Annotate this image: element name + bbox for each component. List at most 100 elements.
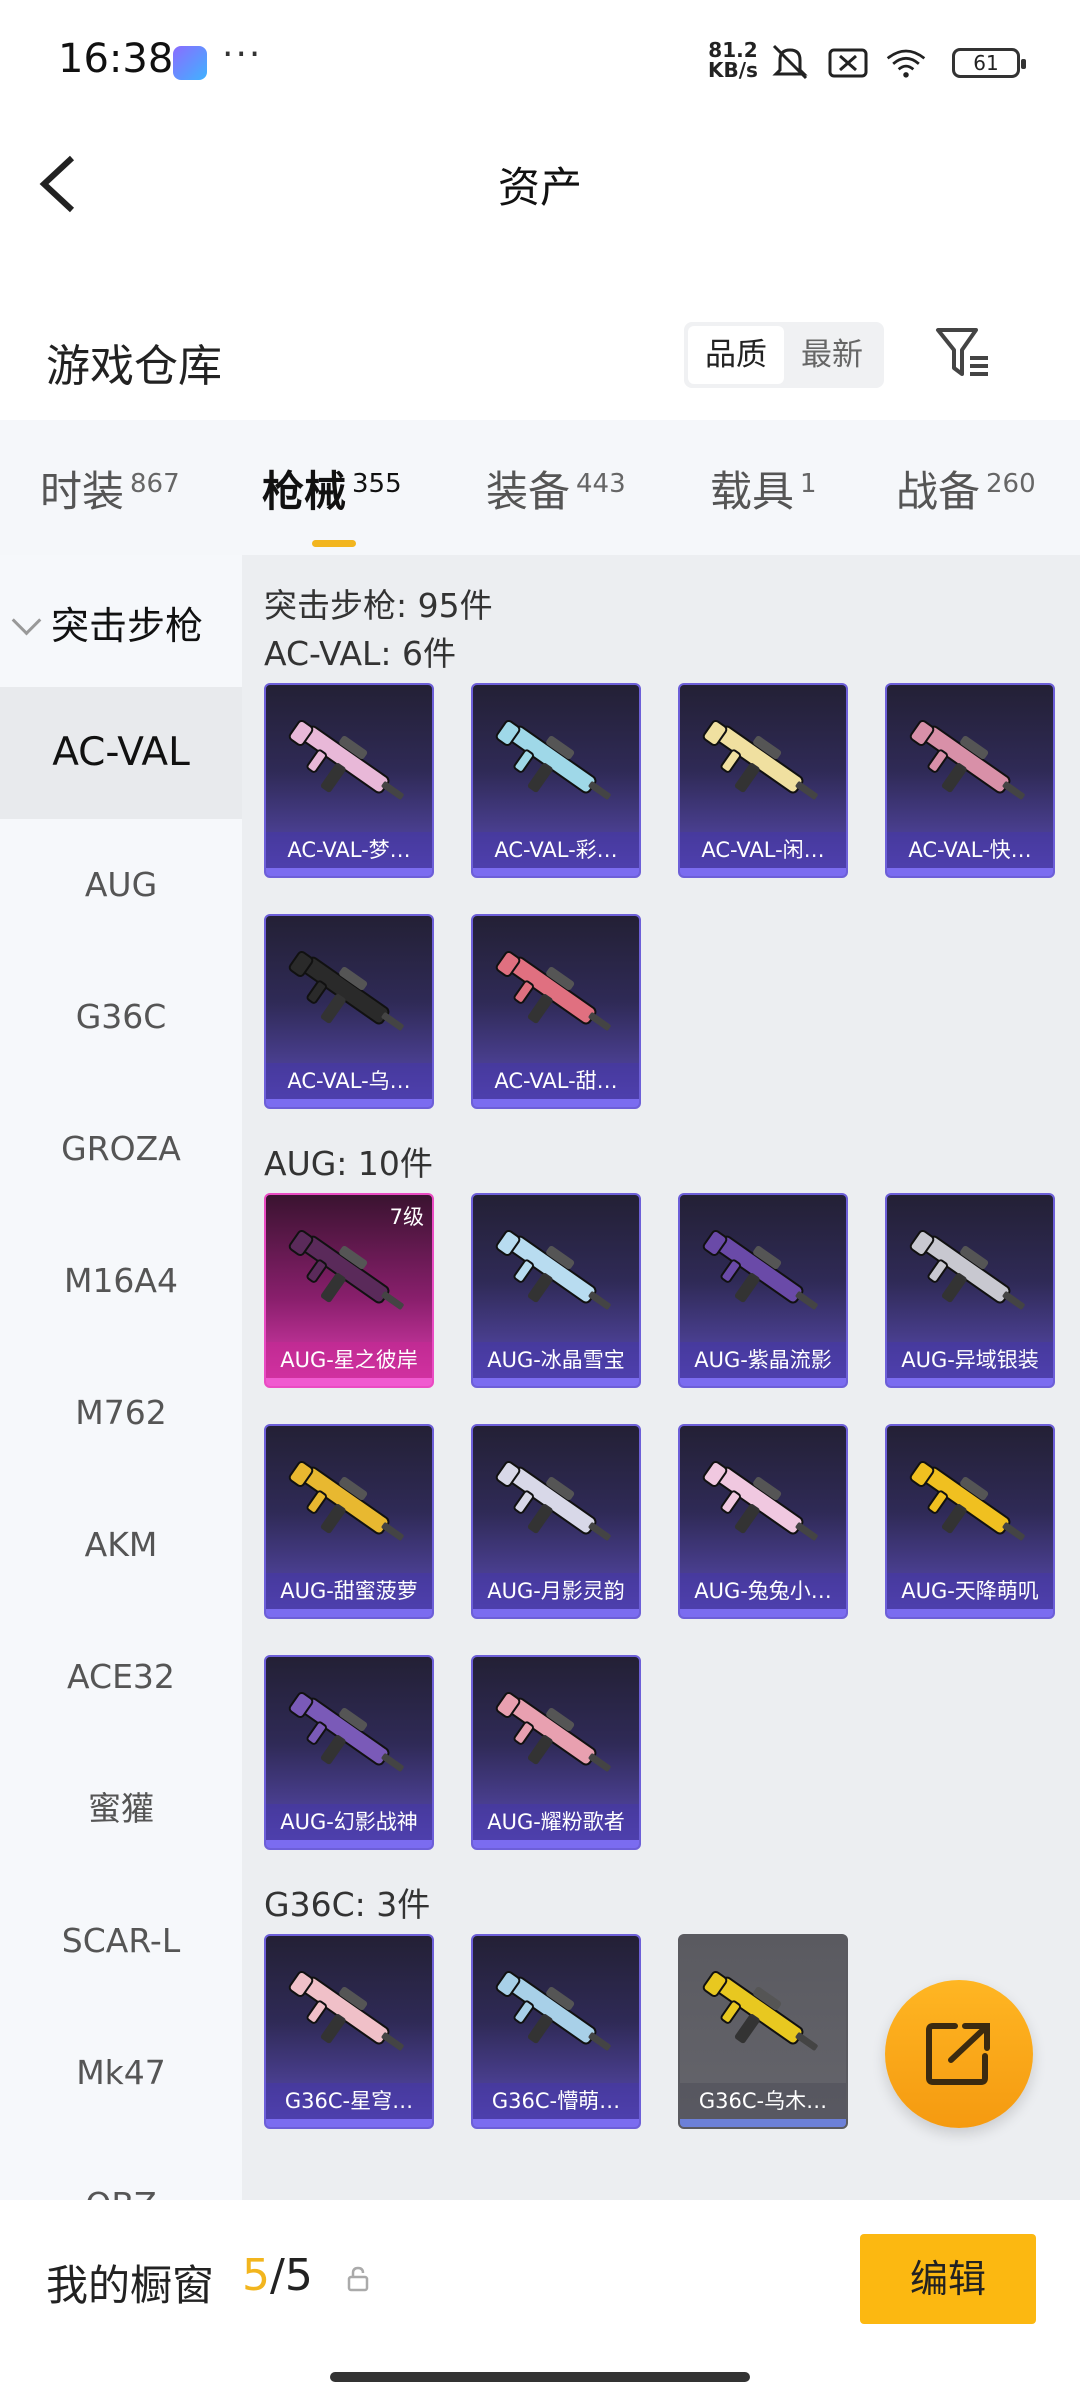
battery-icon: 61 [952,48,1026,78]
weapon-image [909,1460,1025,1541]
sim-off-icon [828,48,868,78]
sidebar-group-assault-rifles[interactable]: 突击步枪 [11,595,204,650]
weapon-image [702,1460,818,1541]
weapon-skin-card[interactable]: AUG-天降萌叽 [885,1424,1055,1619]
weapon-skin-card[interactable]: AC-VAL-甜… [471,914,641,1109]
sidebar-item-qbz[interactable]: QBZ [0,2139,242,2200]
weapon-skin-card[interactable]: AUG-异域银装 [885,1193,1055,1388]
weapon-skin-name: AC-VAL-彩… [473,832,639,868]
weapon-image [288,950,404,1031]
tab-fashion[interactable]: 时装 867 [40,458,180,519]
active-tab-indicator [312,540,356,547]
sidebar-item-honey-badger[interactable]: 蜜獾 [0,1743,242,1875]
rarity-bar [473,1378,639,1386]
filter-icon[interactable] [932,322,994,384]
sidebar-item-scar-l[interactable]: SCAR-L [0,1875,242,2007]
rarity-bar [887,1609,1053,1617]
weapon-image [495,950,611,1031]
tab-firearms[interactable]: 枪械 355 [262,458,402,547]
weapon-image [288,1691,404,1772]
weapon-skin-name: AUG-星之彼岸 [266,1342,432,1378]
weapon-skin-card[interactable]: AUG-紫晶流影 [678,1193,848,1388]
weapon-skin-card[interactable]: G36C-星穹… [264,1934,434,2129]
weapon-list: 突击步枪: 95件 AC-VAL: 6件 AC-VAL-梦… AC-VAL-彩… AC… [242,555,1080,2200]
weapon-image [495,1691,611,1772]
weapon-skin-card[interactable]: AUG-幻影战神 [264,1655,434,1850]
edit-button[interactable]: 编辑 [860,2234,1036,2324]
nav-bar: 资产 [0,128,1080,238]
showcase-total-count: /5 [270,2250,313,2301]
network-speed-value: 81.2 [708,38,758,62]
rarity-bar [473,868,639,876]
chevron-down-icon [11,605,42,636]
tab-vehicles[interactable]: 载具 1 [710,458,817,519]
weapon-skin-card[interactable]: AUG-兔兔小… [678,1424,848,1619]
share-export-icon [926,2023,990,2085]
weapon-skin-name: AUG-异域银装 [887,1342,1053,1378]
weapon-image [288,1460,404,1541]
weapon-skin-name: AUG-耀粉歌者 [473,1804,639,1840]
weapon-skin-card[interactable]: AC-VAL-梦… [264,683,434,878]
weapon-skin-card[interactable]: AUG-耀粉歌者 [471,1655,641,1850]
lock-icon [347,2266,369,2292]
sidebar-item-aug[interactable]: AUG [0,819,242,951]
sidebar-item-groza[interactable]: GROZA [0,1083,242,1215]
wifi-icon [886,49,926,78]
weapon-skin-name: AUG-冰晶雪宝 [473,1342,639,1378]
home-indicator [330,2372,750,2382]
tab-count: 260 [986,469,1036,499]
category-total: 突击步枪: 95件 [264,586,493,625]
weapon-skin-name: AUG-紫晶流影 [680,1342,846,1378]
showcase-current-count: 5 [242,2250,270,2301]
sidebar-item-ace32[interactable]: ACE32 [0,1611,242,1743]
sidebar-item-m762[interactable]: M762 [0,1347,242,1479]
weapon-group-title: AC-VAL: 6件 [264,634,457,673]
tab-label: 时装 [40,467,125,516]
rarity-bar [266,1840,432,1848]
weapon-skin-card[interactable]: AC-VAL-彩… [471,683,641,878]
sidebar-item-ac-val[interactable]: AC-VAL [0,687,242,819]
weapon-skin-name: AUG-天降萌叽 [887,1573,1053,1609]
rarity-bar [266,868,432,876]
tab-label: 战备 [896,467,981,516]
sidebar-group-label: 突击步枪 [51,604,204,648]
tab-label: 载具 [710,467,795,516]
rarity-bar [473,1609,639,1617]
tab-equipment[interactable]: 装备 443 [486,458,626,519]
weapon-skin-card[interactable]: AC-VAL-乌… [264,914,434,1109]
sidebar-item-g36c[interactable]: G36C [0,951,242,1083]
weapon-skin-card[interactable]: AUG-甜蜜菠萝 [264,1424,434,1619]
status-bar: 16:38 ··· 81.2 KB/s 61 [0,0,1080,128]
sort-newest-option[interactable]: 最新 [784,322,880,388]
weapon-sidebar: 突击步枪 AC-VAL AUG G36C GROZA M16A4 M762 AK… [0,555,242,2200]
weapon-skin-card[interactable]: G36C-懵萌… [471,1934,641,2129]
weapon-image [702,1229,818,1310]
sort-quality-option[interactable]: 品质 [688,326,784,384]
network-speed: 81.2 KB/s [708,40,758,80]
weapon-image [288,1970,404,2051]
weapon-skin-name: AC-VAL-快… [887,832,1053,868]
weapon-skin-card[interactable]: AC-VAL-快… [885,683,1055,878]
weapon-skin-card[interactable]: AC-VAL-闲… [678,683,848,878]
sidebar-item-m16a4[interactable]: M16A4 [0,1215,242,1347]
rarity-bar [680,1378,846,1386]
network-speed-unit: KB/s [708,58,758,82]
share-button[interactable] [885,1980,1033,2128]
weapon-skin-card[interactable]: 7级 AUG-星之彼岸 [264,1193,434,1388]
mute-icon [772,44,808,80]
weapon-level-badge: 7级 [389,1205,424,1229]
weapon-image [702,719,818,800]
weapon-image [495,719,611,800]
tab-count: 355 [352,469,402,499]
weapon-image [495,1970,611,2051]
warehouse-title: 游戏仓库 [46,341,222,392]
weapon-skin-card[interactable]: AUG-冰晶雪宝 [471,1193,641,1388]
sidebar-item-akm[interactable]: AKM [0,1479,242,1611]
weapon-skin-card[interactable]: AUG-月影灵韵 [471,1424,641,1619]
rarity-bar [887,868,1053,876]
tab-combat-supplies[interactable]: 战备 260 [896,458,1036,519]
weapon-skin-card[interactable]: G36C-乌木… [678,1934,848,2129]
sidebar-item-mk47[interactable]: Mk47 [0,2007,242,2139]
rarity-bar [266,1378,432,1386]
rarity-bar [266,1609,432,1617]
